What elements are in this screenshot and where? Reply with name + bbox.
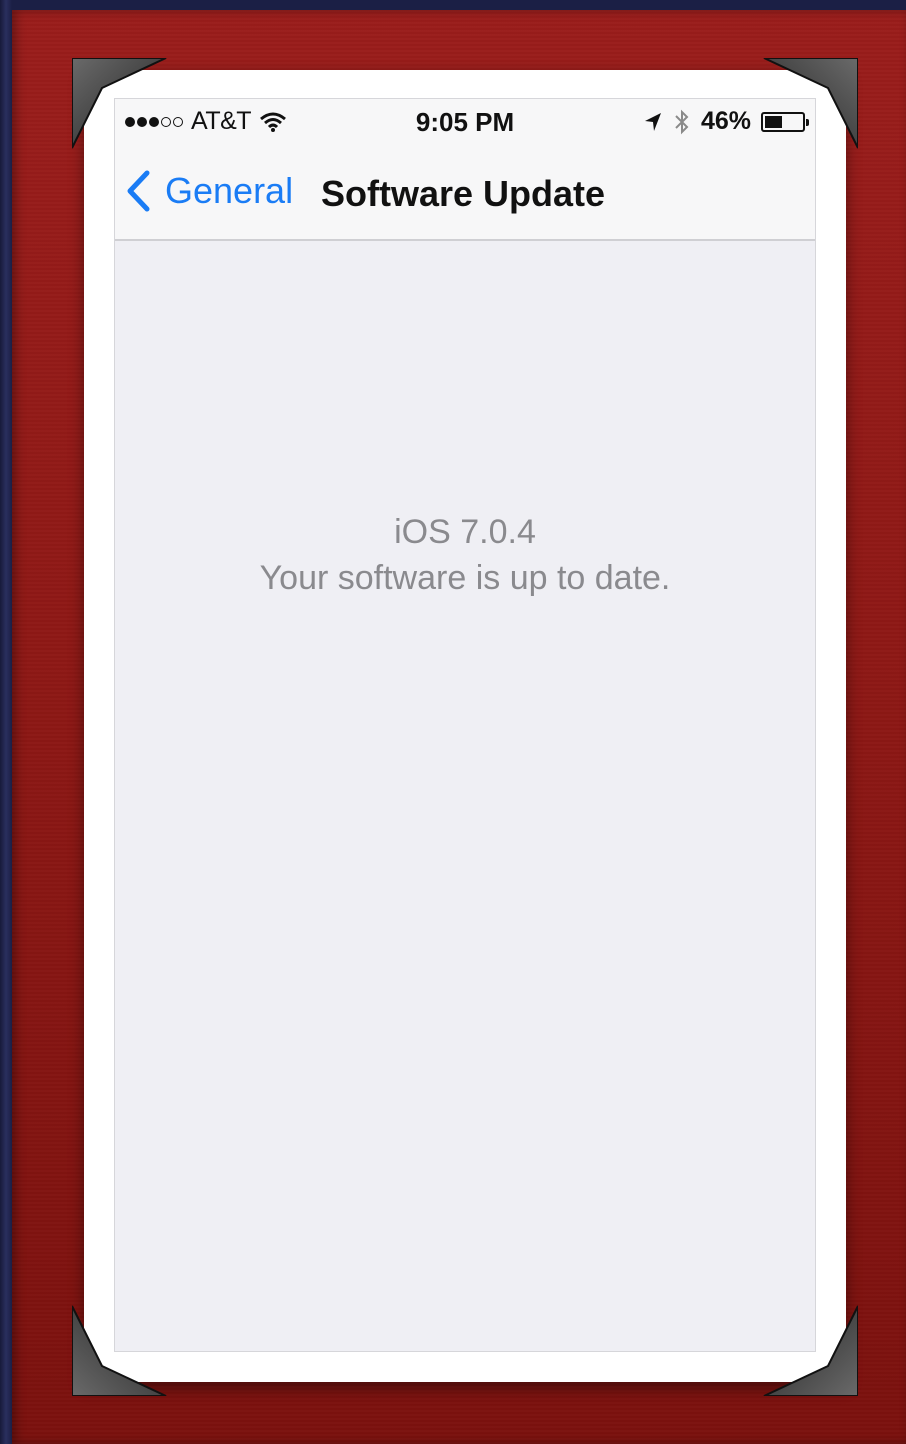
page-title: Software Update	[321, 173, 606, 214]
status-bar: AT&T 9:05 PM 46%	[115, 99, 815, 149]
battery-percent: 46%	[700, 107, 751, 135]
phone-screen: AT&T 9:05 PM 46% General Software Update…	[114, 98, 816, 1352]
nav-row: General Software Update	[115, 161, 815, 225]
navigation-bar: AT&T 9:05 PM 46% General Software Update	[115, 99, 815, 241]
location-arrow-icon	[644, 112, 661, 131]
photo-corner-top-right	[762, 58, 858, 154]
photo-corner-bottom-right	[762, 1300, 858, 1396]
photo-corner-top-left	[72, 58, 168, 154]
back-button-label: General	[165, 170, 294, 211]
bluetooth-icon	[675, 109, 689, 134]
ios-version-label: iOS 7.0.4	[394, 513, 536, 551]
up-to-date-message: Your software is up to date.	[259, 559, 671, 597]
photo-corner-bottom-left	[72, 1300, 168, 1396]
chevron-left-icon	[127, 170, 150, 212]
back-button[interactable]: General	[125, 169, 293, 213]
update-status: iOS 7.0.4 Your software is up to date.	[115, 509, 815, 601]
